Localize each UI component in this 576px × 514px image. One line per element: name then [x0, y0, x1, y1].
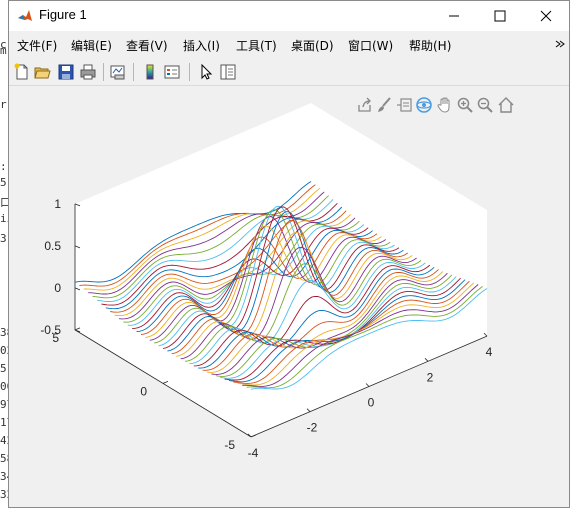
background-text-fragment: 38	[0, 326, 8, 339]
maximize-button[interactable]	[477, 1, 523, 31]
insert-legend-icon[interactable]	[163, 63, 181, 81]
menu-window[interactable]: 窗口(W)	[348, 37, 393, 54]
background-text-fragment: m	[0, 44, 7, 57]
figure-window: Figure 1 文件(F) 编辑(E) 查看(V) 插入(I) 工具(T) 桌…	[8, 0, 570, 508]
title-bar: Figure 1	[9, 1, 569, 31]
background-text-fragment: 58	[0, 452, 8, 465]
x-tick-label: -4	[248, 446, 259, 460]
minimize-button[interactable]	[431, 1, 477, 31]
edit-plot-icon[interactable]	[197, 63, 215, 81]
background-text-fragment: 00	[0, 380, 8, 393]
matlab-logo-icon	[18, 10, 32, 21]
z-tick-label: 0	[54, 281, 61, 295]
menu-bar: 文件(F) 编辑(E) 查看(V) 插入(I) 工具(T) 桌面(D) 窗口(W…	[9, 31, 569, 59]
z-tick-label: 1	[54, 197, 61, 211]
menu-file[interactable]: 文件(F)	[17, 37, 57, 54]
background-text-fragment: 97	[0, 398, 8, 411]
x-tick-label: 2	[427, 370, 434, 384]
y-tick-label: -5	[224, 438, 235, 452]
minimize-icon	[449, 15, 459, 17]
figure-canvas: -0.5 0 0.5 1 -5 0 5 -4 -2 0 2 4	[9, 86, 569, 507]
background-text-fragment: 5	[0, 176, 7, 189]
window-title: Figure 1	[39, 7, 87, 22]
background-text-fragment: 34	[0, 470, 8, 483]
background-text-fragment: r	[0, 98, 7, 111]
figure-toolbar	[9, 59, 569, 86]
insert-colorbar-icon[interactable]	[141, 63, 159, 81]
z-tick-label: 0.5	[44, 239, 61, 253]
close-icon	[540, 10, 552, 22]
menu-edit[interactable]: 编辑(E)	[71, 37, 112, 54]
toolbar-separator	[133, 63, 134, 81]
save-icon[interactable]	[57, 63, 75, 81]
y-tick-label: 0	[140, 384, 147, 398]
link-plot-icon[interactable]	[109, 63, 127, 81]
background-text-fragment: 32	[0, 488, 8, 501]
close-button[interactable]	[523, 1, 569, 31]
y-tick-label: 5	[52, 331, 59, 345]
background-text-fragment: 17	[0, 416, 8, 429]
new-figure-icon[interactable]	[13, 63, 31, 81]
x-tick-label: 0	[368, 396, 375, 410]
menu-view[interactable]: 查看(V)	[126, 37, 168, 54]
toolbar-separator	[103, 63, 104, 81]
open-file-icon[interactable]	[33, 63, 51, 81]
print-icon[interactable]	[79, 63, 97, 81]
menu-help[interactable]: 帮助(H)	[409, 37, 451, 54]
menu-tools[interactable]: 工具(T)	[236, 37, 277, 54]
menu-desktop[interactable]: 桌面(D)	[291, 37, 334, 54]
background-text-fragment: 42	[0, 434, 8, 447]
x-tick-label: 4	[486, 345, 493, 359]
background-text-fragment: 口	[0, 196, 8, 209]
x-tick-label: -2	[307, 421, 318, 435]
background-text-fragment: 02	[0, 344, 8, 357]
property-inspector-icon[interactable]	[219, 63, 237, 81]
background-text-fragment: :	[0, 160, 7, 173]
background-text-fragment: ii	[0, 212, 8, 225]
menu-overflow-icon[interactable]	[555, 39, 565, 49]
background-text-fragment: 51	[0, 362, 8, 375]
maximize-icon	[494, 10, 506, 22]
background-text-fragment: 3	[0, 232, 7, 245]
menu-insert[interactable]: 插入(I)	[183, 37, 220, 54]
toolbar-separator	[189, 63, 190, 81]
plot-area[interactable]: -0.500.51-505-4-2024	[9, 86, 569, 507]
